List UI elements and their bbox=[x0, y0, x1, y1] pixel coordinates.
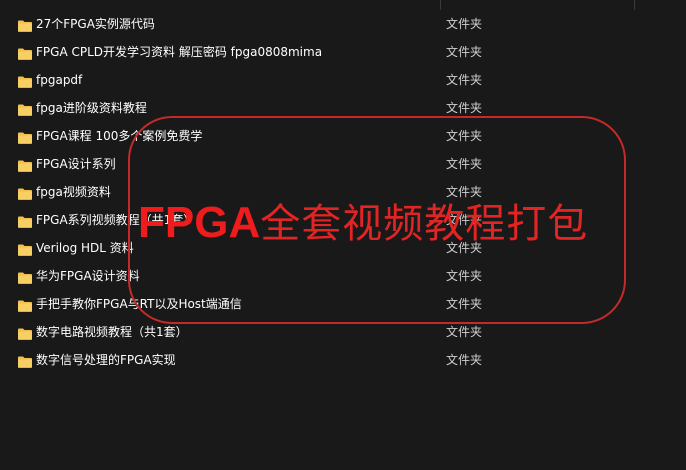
file-name: FPGA CPLD开发学习资料 解压密码 fpga0808mima bbox=[36, 45, 323, 59]
folder-icon bbox=[18, 129, 32, 144]
folder-icon bbox=[18, 325, 32, 340]
folder-icon bbox=[18, 213, 32, 228]
overlay-banner-cjk: 全套视频教程打包 bbox=[260, 201, 589, 247]
file-type: 文件夹 bbox=[446, 17, 483, 31]
folder-icon bbox=[18, 269, 32, 284]
file-type: 文件夹 bbox=[446, 353, 483, 367]
file-name: fpga进阶级资料教程 bbox=[36, 101, 147, 115]
file-type: 文件夹 bbox=[446, 325, 483, 339]
file-name: Verilog HDL 资料 bbox=[36, 241, 134, 255]
file-type: 文件夹 bbox=[446, 45, 483, 59]
list-item[interactable]: 数字信号处理的FPGA实现 文件夹 bbox=[0, 346, 686, 374]
folder-icon bbox=[18, 101, 32, 116]
file-name: 27个FPGA实例源代码 bbox=[36, 17, 155, 31]
file-name: 数字电路视频教程（共1套） bbox=[36, 325, 188, 339]
list-item[interactable]: FPGA CPLD开发学习资料 解压密码 fpga0808mima 文件夹 bbox=[0, 38, 686, 66]
folder-icon bbox=[18, 73, 32, 88]
file-type: 文件夹 bbox=[446, 73, 483, 87]
overlay-banner-latin: FPGA bbox=[138, 198, 261, 247]
column-divider-end[interactable] bbox=[634, 0, 635, 10]
folder-icon bbox=[18, 353, 32, 368]
list-item[interactable]: 27个FPGA实例源代码 文件夹 bbox=[0, 10, 686, 38]
folder-icon bbox=[18, 241, 32, 256]
file-name: FPGA设计系列 bbox=[36, 157, 116, 171]
file-name: fpga视频资料 bbox=[36, 185, 111, 199]
folder-icon bbox=[18, 157, 32, 172]
file-name: 华为FPGA设计资料 bbox=[36, 269, 140, 283]
file-name: fpgapdf bbox=[36, 73, 83, 87]
file-type: 文件夹 bbox=[446, 101, 483, 115]
folder-icon bbox=[18, 185, 32, 200]
overlay-banner: FPGA全套视频教程打包 bbox=[138, 196, 588, 250]
column-divider-type[interactable] bbox=[440, 0, 441, 10]
list-item[interactable]: fpgapdf 文件夹 bbox=[0, 66, 686, 94]
file-name: 数字信号处理的FPGA实现 bbox=[36, 353, 176, 367]
folder-icon bbox=[18, 297, 32, 312]
folder-icon bbox=[18, 45, 32, 60]
folder-icon bbox=[18, 17, 32, 32]
